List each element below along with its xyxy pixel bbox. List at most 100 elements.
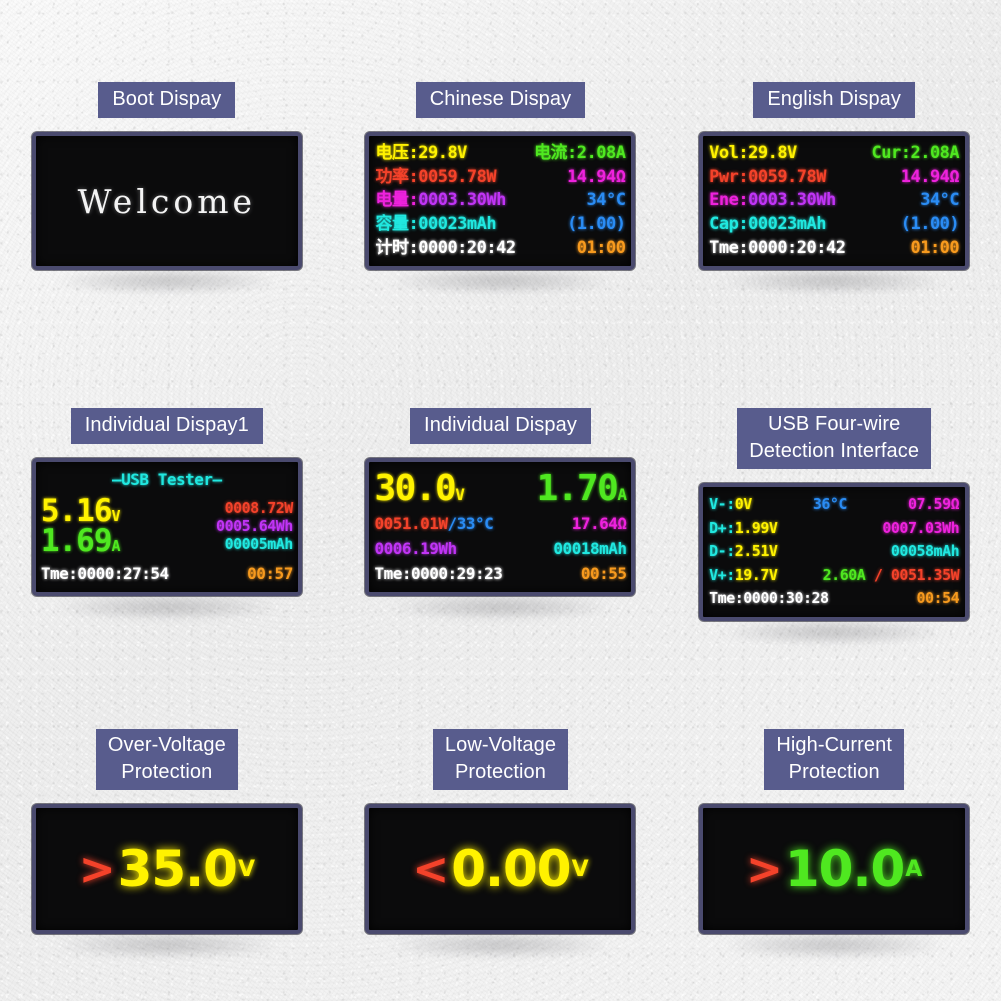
label-power: Pwr:	[709, 166, 749, 187]
lcd-row: 电压: 29.8V 电流:2.08A	[375, 142, 626, 163]
value-resistance: 14.94Ω	[900, 166, 960, 187]
lcd-individual: 30.0 V 1.70 A 0051.01W / 33°C 17.64Ω 000…	[369, 462, 631, 592]
screen-wrap-english: Vol: 29.8V Cur:2.08A Pwr: 0059.78W 14.94Ω …	[699, 132, 970, 270]
threshold-unit: V	[571, 856, 589, 882]
value-timer: 01:00	[910, 238, 960, 259]
screen-wrap-individual: 30.0 V 1.70 A 0051.01W / 33°C 17.64Ω 000…	[365, 457, 636, 596]
label-v-minus: V-:	[709, 495, 735, 514]
value-voltage: 29.8V	[418, 142, 467, 163]
label-capacity: Cap:	[709, 214, 749, 235]
device-screen-english[interactable]: Vol: 29.8V Cur:2.08A Pwr: 0059.78W 14.94Ω …	[699, 132, 970, 270]
lcd-chinese: 电压: 29.8V 电流:2.08A 功率: 0059.78W 14.94Ω 电量:…	[369, 136, 631, 266]
lcd-row: 30.0 V 1.70 A	[374, 468, 627, 510]
screen-wrap-chinese: 电压: 29.8V 电流:2.08A 功率: 0059.78W 14.94Ω 电量:…	[365, 132, 636, 270]
value-time: 0000:20:42	[748, 238, 846, 259]
label-voltage: 电压:	[375, 142, 419, 163]
value-capacity: 00058mAh	[890, 542, 960, 561]
separator-slash: /	[873, 565, 883, 584]
device-screen-individual[interactable]: 30.0 V 1.70 A 0051.01W / 33°C 17.64Ω 000…	[365, 457, 636, 596]
value-capacity: 00018mAh	[553, 539, 627, 559]
value-temperature: 33°C	[456, 514, 494, 534]
label-time: Tme:	[709, 238, 749, 259]
device-screen-four-wire[interactable]: V-:0V 36°C 07.59Ω D+:1.99V 0007.03Wh D-:…	[699, 482, 970, 621]
panel-caption-chinese: Chinese Dispay	[415, 82, 586, 118]
label-power: 功率:	[375, 166, 419, 187]
panel-grid: Boot Dispay Welcome Chinese Dispay 电压: 29…	[0, 0, 1001, 1001]
device-screen-chinese[interactable]: 电压: 29.8V 电流:2.08A 功率: 0059.78W 14.94Ω 电量:…	[365, 132, 636, 270]
lcd-row: Tme: 0000:29:23 00:55	[374, 563, 627, 583]
value-ratio: (1.00)	[900, 214, 960, 235]
value-timer: 01:00	[576, 238, 626, 259]
device-screen-over-voltage[interactable]: > 35.0 V	[31, 804, 302, 935]
panel-usb-four-wire: USB Four-wire Detection Interface V-:0V …	[667, 334, 1001, 668]
threshold-value: 0.00	[451, 840, 571, 899]
panel-caption-individual-1: Individual Dispay1	[70, 407, 263, 444]
comparator-greater-than-icon: >	[78, 843, 116, 895]
protection-readout: < 0.00 V	[369, 808, 631, 930]
device-screen-individual-1[interactable]: —USB Tester— 5.16 V 1.69 A 0008.72W 0005…	[31, 457, 302, 596]
label-d-minus: D-:	[709, 542, 735, 561]
value-energy: 0007.03Wh	[882, 518, 960, 537]
screen-wrap-over-voltage: > 35.0 V	[31, 804, 302, 935]
value-timer: 00:55	[580, 563, 627, 583]
lcd-row: 电量: 0003.30Wh 34°C	[375, 192, 625, 209]
lcd-row: Tme: 0000:20:42 01:00	[709, 240, 959, 257]
device-screen-high-current[interactable]: > 10.0 A	[699, 804, 970, 935]
label-d-plus: D+:	[709, 518, 735, 537]
label-voltage: Vol:	[709, 142, 749, 163]
value-temperature: 34°C	[920, 190, 960, 211]
value-power: 0051.01W	[374, 514, 448, 534]
lcd-row: V+:19.7V 2.60A / 0051.35W	[709, 565, 960, 584]
screen-wrap-individual-1: —USB Tester— 5.16 V 1.69 A 0008.72W 0005…	[31, 457, 302, 596]
value-v-minus: 0V	[734, 495, 753, 514]
value-d-plus: 1.99V	[734, 518, 778, 537]
lcd-row: Tme:0000:30:28 00:54	[709, 591, 959, 606]
separator-slash: /	[447, 514, 458, 534]
panel-caption-over-voltage: Over-Voltage Protection	[95, 729, 238, 791]
lcd-row: V-:0V 36°C 07.59Ω	[709, 495, 960, 514]
value-capacity: 00023mAh	[748, 214, 826, 235]
lcd-four-wire: V-:0V 36°C 07.59Ω D+:1.99V 0007.03Wh D-:…	[703, 487, 965, 617]
label-time: Tme:	[709, 589, 744, 608]
unit-voltage: V	[455, 485, 465, 505]
comparator-greater-than-icon: >	[746, 843, 783, 895]
panel-caption-individual: Individual Dispay	[410, 407, 591, 444]
value-v-plus: 19.7V	[734, 565, 778, 584]
value-resistance: 17.64Ω	[571, 514, 627, 534]
lcd-row: 5.16 V 1.69 A 0008.72W 0005.64Wh 00005mA…	[40, 495, 294, 560]
lcd-row: Ene: 0003.30Wh 34°C	[709, 192, 959, 209]
lcd-row: 计时: 0000:20:42 01:00	[375, 240, 625, 257]
usb-tester-title: —USB Tester—	[112, 469, 222, 489]
device-screen-boot[interactable]: Welcome	[31, 132, 302, 270]
lcd-row: 功率: 0059.78W 14.94Ω	[375, 166, 626, 187]
value-current: 1.70	[536, 468, 619, 510]
value-temperature: 34°C	[586, 190, 626, 211]
value-current: 1.69	[40, 523, 113, 560]
value-timer: 00:57	[247, 563, 293, 583]
lcd-row: 0051.01W / 33°C 17.64Ω	[374, 516, 626, 532]
lcd-row: —USB Tester—	[41, 469, 293, 489]
value-capacity: 00005mAh	[224, 535, 294, 554]
panel-chinese-display: Chinese Dispay 电压: 29.8V 电流:2.08A 功率: 0059…	[334, 0, 668, 334]
threshold-unit: V	[237, 856, 255, 882]
value-current: 电流:2.08A	[534, 142, 626, 163]
value-current: Cur:2.08A	[871, 142, 960, 163]
value-capacity: 00023mAh	[418, 214, 497, 235]
value-time: 0000:29:23	[411, 563, 503, 583]
lcd-row: Pwr: 0059.78W 14.94Ω	[709, 166, 960, 187]
lcd-row: 容量: 00023mAh (1.00)	[375, 214, 626, 235]
device-screen-low-voltage[interactable]: < 0.00 V	[365, 804, 636, 935]
panel-caption-high-current: High-Current Protection	[764, 729, 904, 791]
label-time: Tme:	[40, 563, 78, 583]
panel-english-display: English Dispay Vol: 29.8V Cur:2.08A Pwr: 0…	[667, 0, 1001, 334]
panel-individual-display: Individual Dispay 30.0 V 1.70 A 0051.01W…	[334, 334, 668, 668]
lcd-row: 0006.19Wh 00018mAh	[374, 539, 627, 559]
value-resistance: 07.59Ω	[907, 495, 960, 514]
value-power: 0059.78W	[748, 166, 826, 187]
value-timer: 00:54	[916, 589, 960, 608]
value-energy: 0003.30Wh	[418, 190, 506, 211]
threshold-value: 35.0	[117, 840, 238, 899]
label-energy: 电量:	[375, 190, 419, 211]
lcd-row: D-:2.51V 00058mAh	[709, 542, 960, 561]
screen-wrap-four-wire: V-:0V 36°C 07.59Ω D+:1.99V 0007.03Wh D-:…	[699, 482, 970, 621]
